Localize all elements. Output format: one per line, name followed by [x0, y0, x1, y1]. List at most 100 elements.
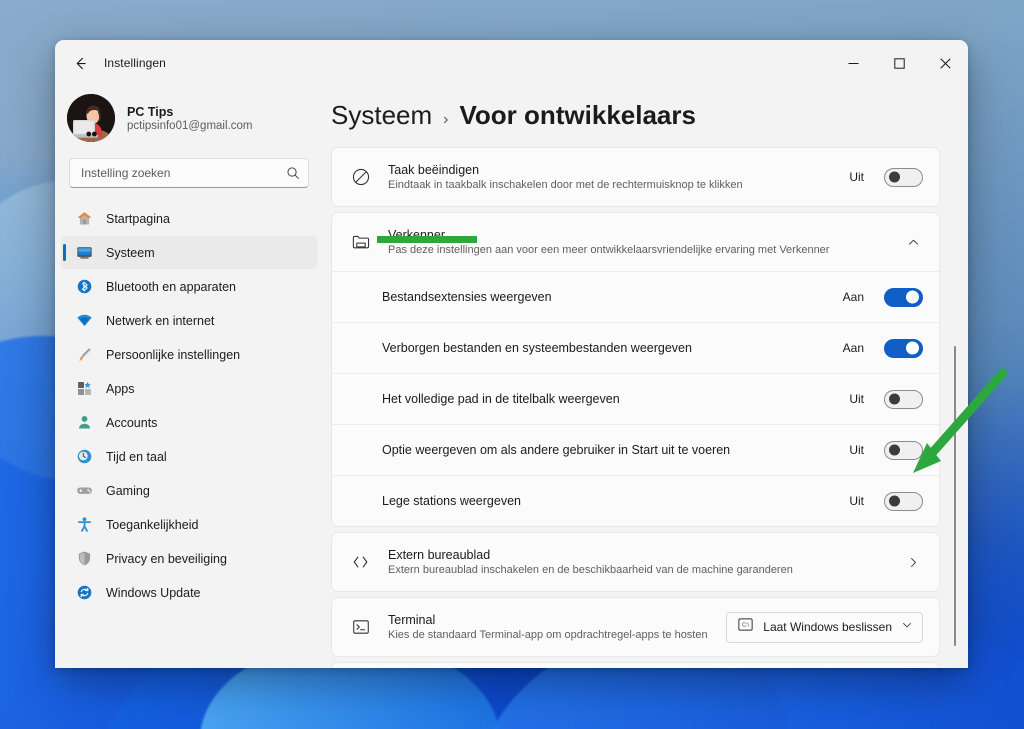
dropdown-value: Laat Windows beslissen [763, 620, 892, 634]
sidebar-nav: Startpagina Systeem Bluetooth en apparat… [55, 192, 323, 609]
toggle-state-label: Uit [849, 392, 864, 406]
sidebar-item-label: Apps [106, 381, 135, 396]
setting-title: Bestandsextensies weergeven [382, 290, 552, 304]
content-area: Systeem › Voor ontwikkelaars Taak beëind… [323, 86, 968, 668]
sidebar-item-windows-update[interactable]: Windows Update [61, 576, 317, 609]
account-icon [75, 414, 93, 432]
card-remote-desktop: Extern bureaublad Extern bureaublad insc… [331, 532, 940, 592]
maximize-icon [893, 57, 905, 69]
settings-card-list: Taak beëindigen Eindtaak in taakbalk ins… [331, 147, 968, 668]
annotation-highlight-bar [377, 236, 477, 243]
bluetooth-icon [75, 278, 93, 296]
toggle-state-label: Uit [849, 443, 864, 457]
sidebar-item-label: Toegankelijkheid [106, 517, 199, 532]
setting-title: Het volledige pad in de titelbalk weerge… [382, 392, 620, 406]
sidebar-item-systeem[interactable]: Systeem [61, 236, 317, 269]
terminal-default-app-dropdown[interactable]: C:\ Laat Windows beslissen [726, 611, 923, 643]
toggle-show-hidden-files[interactable] [884, 338, 923, 358]
setting-row-powershell[interactable]: PowerShell [332, 663, 939, 668]
setting-description: Pas deze instellingen aan voor een meer … [388, 244, 830, 256]
setting-description: Kies de standaard Terminal-app om opdrac… [388, 629, 708, 641]
setting-title: Lege stations weergeven [382, 494, 521, 508]
sidebar-item-toegankelijkheid[interactable]: Toegankelijkheid [61, 508, 317, 541]
setting-title: Taak beëindigen [388, 163, 480, 177]
settings-window: Instellingen PC Tips pctipsinfo01@gmail.… [55, 40, 968, 668]
account-block[interactable]: PC Tips pctipsinfo01@gmail.com [55, 86, 323, 152]
back-button[interactable] [64, 47, 96, 79]
setting-title: Extern bureaublad [388, 548, 491, 562]
accessibility-icon [75, 516, 93, 534]
toggle-state-label: Aan [842, 290, 864, 304]
sidebar-item-persoonlijke-instellingen[interactable]: Persoonlijke instellingen [61, 338, 317, 371]
svg-text:C:\: C:\ [742, 623, 749, 629]
apps-icon [75, 380, 93, 398]
toggle-state-label: Uit [849, 494, 864, 508]
setting-row-show-hidden-files[interactable]: Verborgen bestanden en systeembestanden … [332, 322, 939, 373]
card-end-task: Taak beëindigen Eindtaak in taakbalk ins… [331, 147, 940, 207]
wifi-icon [75, 312, 93, 330]
sidebar-item-tijd-en-taal[interactable]: Tijd en taal [61, 440, 317, 473]
sidebar-item-startpagina[interactable]: Startpagina [61, 202, 317, 235]
account-name: PC Tips [127, 104, 174, 119]
scrollbar-thumb[interactable] [954, 346, 956, 646]
breadcrumb-parent[interactable]: Systeem [331, 100, 432, 131]
sidebar-item-label: Startpagina [106, 211, 170, 226]
sidebar-item-label: Systeem [106, 245, 155, 260]
setting-row-terminal[interactable]: Terminal Kies de standaard Terminal-app … [332, 598, 939, 656]
update-icon [75, 584, 93, 602]
setting-title: Terminal [388, 613, 436, 627]
sidebar-item-label: Bluetooth en apparaten [106, 279, 236, 294]
setting-row-end-task[interactable]: Taak beëindigen Eindtaak in taakbalk ins… [332, 148, 939, 206]
prohibited-icon [350, 166, 372, 188]
setting-row-show-file-extensions[interactable]: Bestandsextensies weergeven Aan [332, 271, 939, 322]
minimize-button[interactable] [830, 40, 876, 86]
home-icon [75, 210, 93, 228]
search-icon [287, 167, 299, 179]
sidebar-item-accounts[interactable]: Accounts [61, 406, 317, 439]
window-controls [830, 40, 968, 86]
setting-row-run-as-different-user[interactable]: Optie weergeven om als andere gebruiker … [332, 424, 939, 475]
sidebar-item-label: Persoonlijke instellingen [106, 347, 241, 362]
close-button[interactable] [922, 40, 968, 86]
setting-description: Eindtaak in taakbalk inschakelen door me… [388, 179, 743, 191]
card-powershell: PowerShell [331, 662, 940, 668]
toggle-state-label: Aan [842, 341, 864, 355]
toggle-show-file-extensions[interactable] [884, 287, 923, 307]
sidebar-item-privacy-en-beveiliging[interactable]: Privacy en beveiliging [61, 542, 317, 575]
search-box[interactable] [69, 158, 309, 188]
setting-row-remote-desktop[interactable]: Extern bureaublad Extern bureaublad insc… [332, 533, 939, 591]
gamepad-icon [75, 482, 93, 500]
sidebar-item-label: Netwerk en internet [106, 313, 215, 328]
card-terminal: Terminal Kies de standaard Terminal-app … [331, 597, 940, 657]
setting-title: Verborgen bestanden en systeembestanden … [382, 341, 692, 355]
setting-row-show-full-path[interactable]: Het volledige pad in de titelbalk weerge… [332, 373, 939, 424]
sidebar-item-gaming[interactable]: Gaming [61, 474, 317, 507]
sidebar-item-apps[interactable]: Apps [61, 372, 317, 405]
sidebar-item-bluetooth-en-apparaten[interactable]: Bluetooth en apparaten [61, 270, 317, 303]
setting-description: Extern bureaublad inschakelen en de besc… [388, 564, 793, 576]
card-file-explorer: Verkenner Pas deze instellingen aan voor… [331, 212, 940, 527]
sidebar: PC Tips pctipsinfo01@gmail.com Instellin… [55, 86, 323, 668]
breadcrumb: Systeem › Voor ontwikkelaars [331, 86, 968, 147]
chevron-right-icon[interactable] [903, 556, 923, 569]
breadcrumb-separator-icon: › [443, 111, 449, 128]
toggle-end-task[interactable] [884, 167, 923, 187]
sidebar-item-label: Windows Update [106, 585, 201, 600]
toggle-show-empty-drives[interactable] [884, 491, 923, 511]
clock-icon [75, 448, 93, 466]
shield-icon [75, 550, 93, 568]
maximize-button[interactable] [876, 40, 922, 86]
account-email: pctipsinfo01@gmail.com [127, 119, 253, 132]
sidebar-item-netwerk-en-internet[interactable]: Netwerk en internet [61, 304, 317, 337]
toggle-show-full-path[interactable] [884, 389, 923, 409]
avatar [67, 94, 115, 142]
user-avatar-icon [67, 94, 115, 142]
back-arrow-icon [76, 57, 86, 69]
minimize-icon [848, 62, 858, 64]
close-icon [939, 57, 951, 69]
content-scrollbar[interactable] [950, 214, 960, 662]
toggle-run-as-different-user[interactable] [884, 440, 923, 460]
setting-row-show-empty-drives[interactable]: Lege stations weergeven Uit [332, 475, 939, 526]
chevron-up-icon[interactable] [903, 236, 923, 249]
search-input[interactable] [81, 166, 280, 180]
